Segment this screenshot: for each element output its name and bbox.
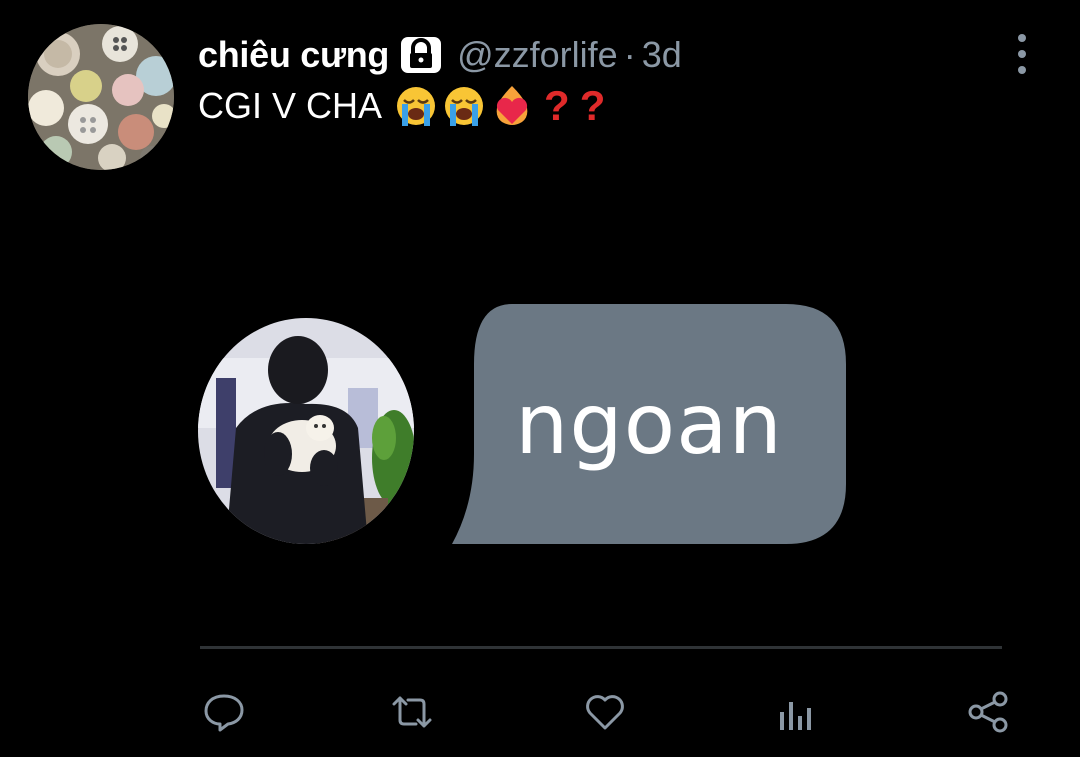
display-name[interactable]: chiêu cưng <box>198 34 389 76</box>
chat-bubble-text: ngoan <box>515 375 783 473</box>
loudly-crying-face-emoji <box>394 84 438 128</box>
red-question-mark-emoji: ? <box>544 82 570 129</box>
separator-dot: · <box>623 34 636 75</box>
analytics-icon[interactable] <box>776 690 824 738</box>
reply-icon[interactable] <box>202 690 250 738</box>
heart-on-fire-emoji <box>490 84 534 128</box>
tweet[interactable]: chiêu cưng @zzforlife · 3d CGI V CHA ? ?… <box>0 0 1080 757</box>
avatar[interactable] <box>28 24 174 170</box>
tweet-body: CGI V CHA <box>198 85 383 126</box>
tweet-actions <box>200 690 1012 740</box>
divider <box>200 646 1002 649</box>
loudly-crying-face-emoji <box>442 84 486 128</box>
chat-avatar-photo <box>198 318 414 544</box>
like-icon[interactable] <box>582 690 630 738</box>
tweet-header: chiêu cưng @zzforlife · 3d <box>198 30 682 80</box>
red-question-mark-emoji: ? <box>579 82 606 129</box>
share-icon[interactable] <box>966 690 1014 738</box>
more-options-icon[interactable] <box>1010 34 1034 74</box>
lock-icon <box>399 33 443 77</box>
timestamp[interactable]: 3d <box>642 34 682 76</box>
retweet-icon[interactable] <box>388 690 436 738</box>
tweet-text: CGI V CHA ? ? <box>198 82 605 130</box>
tweet-media-image[interactable]: ngoan <box>198 200 1002 640</box>
user-handle[interactable]: @zzforlife <box>457 34 618 76</box>
